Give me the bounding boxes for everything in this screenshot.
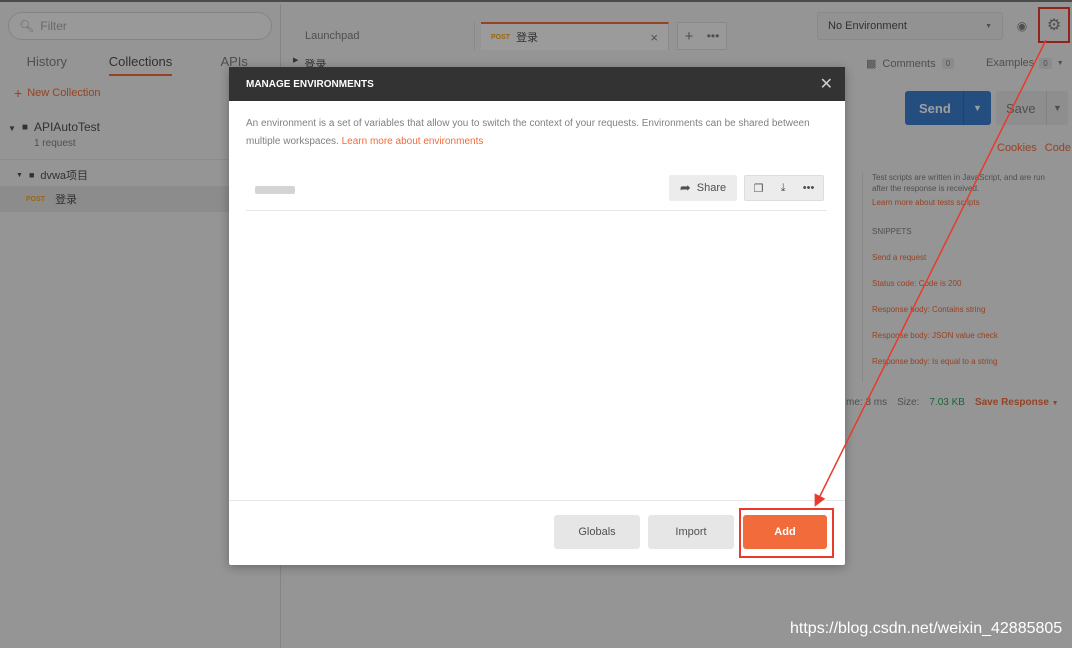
annotation-arrow [814, 39, 1047, 507]
watermark: https://blog.csdn.net/weixin_42885805 [790, 620, 1063, 637]
